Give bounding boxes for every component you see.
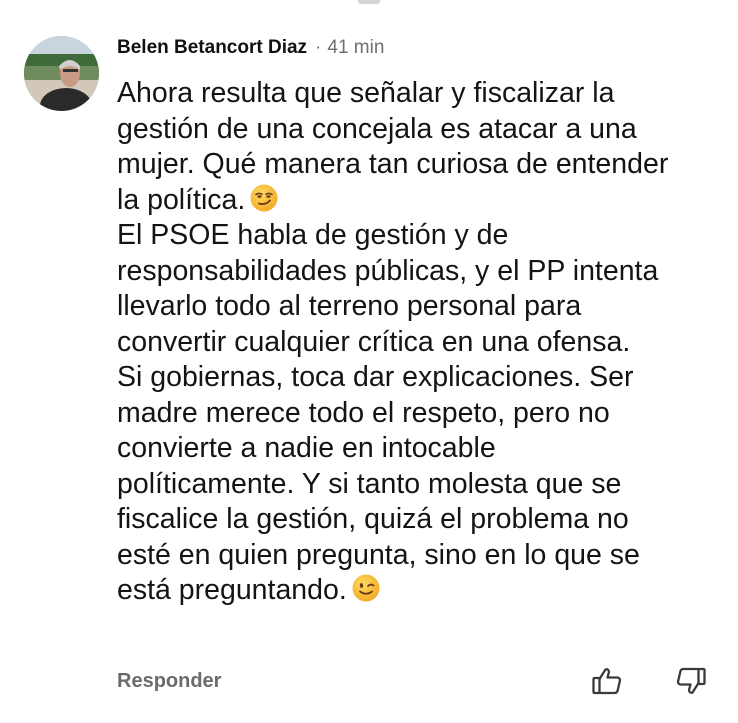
thumbs-up-icon[interactable] bbox=[590, 664, 624, 698]
body-line-text: la política. bbox=[117, 183, 246, 216]
body-line: políticamente. Y si tanto molesta que se bbox=[117, 467, 622, 500]
body-line: responsabilidades públicas, y el PP inte… bbox=[117, 254, 659, 287]
body-line: Si gobiernas, toca dar explicaciones. Se… bbox=[117, 361, 634, 393]
meta-separator: · bbox=[315, 37, 322, 58]
body-line: El PSOE habla de gestión y de bbox=[117, 219, 509, 251]
body-line: madre merece todo el respeto, pero no bbox=[117, 396, 610, 429]
author-name[interactable]: Belen Betancort Diaz bbox=[117, 37, 307, 59]
body-line: convertir cualquier crítica en una ofens… bbox=[117, 325, 631, 358]
body-line: mujer. Qué manera tan curiosa de entende… bbox=[117, 148, 669, 180]
body-line-with-emoji: está preguntando. bbox=[117, 573, 722, 609]
reply-button[interactable]: Responder bbox=[117, 670, 221, 693]
comment-body: Ahora resulta que señalar y fiscalizar l… bbox=[117, 76, 722, 609]
comment-header: Belen Betancort Diaz · 41 min bbox=[117, 37, 384, 61]
winking-face-emoji-icon bbox=[351, 573, 381, 603]
body-line: gestión de una concejala es atacar a una bbox=[117, 112, 637, 145]
body-line-text: está preguntando. bbox=[117, 574, 347, 606]
body-line: convierte a nadie en intocable bbox=[117, 432, 496, 464]
comment: Belen Betancort Diaz · 41 min Ahora resu… bbox=[0, 0, 738, 723]
body-line: fiscalice la gestión, quizá el problema … bbox=[117, 503, 629, 535]
comment-timestamp: 41 min bbox=[327, 37, 385, 58]
thumbs-down-icon[interactable] bbox=[674, 664, 708, 698]
body-line: Ahora resulta que señalar y fiscalizar l… bbox=[117, 77, 615, 109]
body-line: llevarlo todo al terreno personal para bbox=[117, 290, 582, 322]
avatar[interactable] bbox=[24, 36, 99, 111]
body-line: esté en quien pregunta, sino en lo que s… bbox=[117, 538, 640, 571]
body-line-with-emoji: la política. bbox=[117, 183, 722, 219]
smirking-face-emoji-icon bbox=[249, 183, 279, 213]
